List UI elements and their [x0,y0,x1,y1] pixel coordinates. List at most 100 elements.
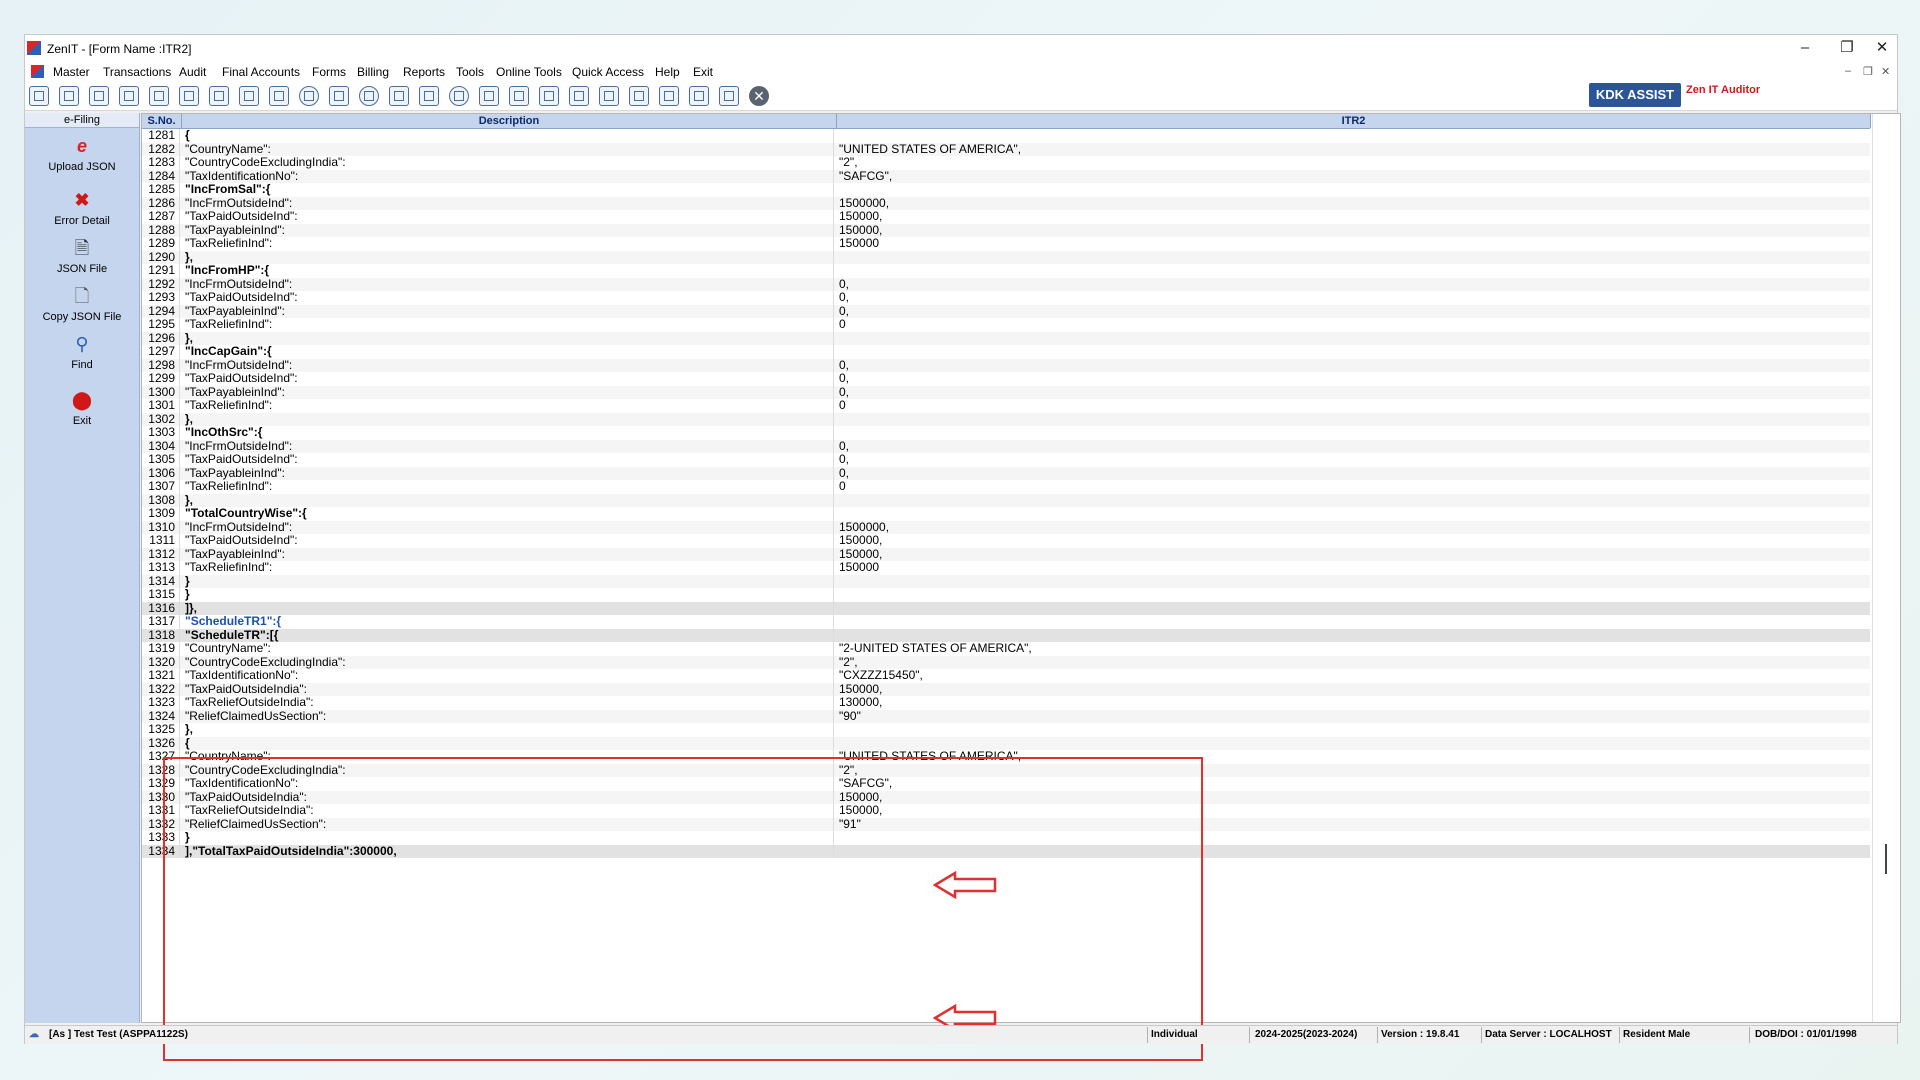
table-row[interactable]: 1284 "TaxIdentificationNo": "SAFCG", [142,169,1870,184]
row-itr2-value[interactable]: "SAFCG", [837,169,1867,184]
pay-icon[interactable] [389,86,409,106]
table-row[interactable]: 1314} [142,574,1870,588]
group-icon[interactable] [179,86,199,106]
row-description[interactable]: "TaxReliefinInd": [182,479,834,494]
row-description[interactable]: "TaxReliefinInd": [182,560,834,575]
row-description[interactable]: { [182,128,834,143]
menu-quick-access[interactable]: Quick Access [572,65,644,79]
zen-it-auditor-link[interactable]: Zen IT Auditor [1686,84,1760,96]
table-row[interactable]: 1307 "TaxReliefinInd": 0 [142,479,1870,494]
row-description[interactable]: "IncFromSal":{ [182,182,834,197]
row-itr2-value[interactable] [837,494,1867,508]
settings-icon[interactable] [689,86,709,106]
row-itr2-value[interactable]: "90" [837,709,1867,724]
row-description[interactable]: "ScheduleTR":[{ [182,628,834,642]
row-description[interactable]: "TaxReliefinInd": [182,398,834,413]
row-description[interactable]: "TaxPayableinInd": [182,547,834,561]
row-description[interactable]: "TaxPayableinInd": [182,385,834,399]
menu-tools[interactable]: Tools [456,65,484,79]
minimize-button[interactable]: – [1785,37,1825,59]
bar-chart-icon[interactable] [119,86,139,106]
table-row[interactable]: 1288 "TaxPayableinInd": 150000, [142,223,1870,237]
row-itr2-value[interactable] [837,413,1867,427]
table-row[interactable]: 1293 "TaxPaidOutsideInd": 0, [142,290,1870,305]
row-description[interactable]: "TaxReliefOutsideIndia": [182,695,834,710]
row-description[interactable]: "TaxPaidOutsideInd": [182,533,834,548]
json-file-button[interactable]: 🗎 JSON File [25,237,139,275]
row-description[interactable]: "TaxPayableinInd": [182,466,834,480]
row-itr2-value[interactable] [837,426,1867,440]
table-icon[interactable] [479,86,499,106]
table-row[interactable]: 1311 "TaxPaidOutsideInd": 150000, [142,533,1870,548]
tax-icon[interactable] [269,86,289,106]
table-row[interactable]: 1303 "IncOthSrc":{ [142,425,1870,440]
table-row[interactable]: 1318 "ScheduleTR":[{ [142,628,1870,642]
info-icon[interactable] [449,86,469,106]
row-description[interactable]: }, [182,412,834,426]
row-itr2-value[interactable] [837,332,1867,346]
calculator-icon[interactable] [329,86,349,106]
row-itr2-value[interactable]: 0, [837,466,1867,481]
row-description[interactable]: "TaxReliefinInd": [182,236,834,251]
printer-icon[interactable] [659,86,679,106]
row-description[interactable]: }, [182,250,834,264]
row-itr2-value[interactable]: 0, [837,385,1867,400]
upload-json-button[interactable]: e Upload JSON [25,135,139,173]
tools-icon[interactable] [209,86,229,106]
row-description[interactable]: "CountryName": [182,142,834,156]
table-row[interactable]: 1320 "CountryCodeExcludingIndia": "2", [142,655,1870,670]
row-itr2-value[interactable]: 1500000, [837,520,1867,535]
row-description[interactable]: "TaxPayableinInd": [182,304,834,318]
row-itr2-value[interactable]: 0, [837,304,1867,319]
row-itr2-value[interactable]: 150000, [837,209,1867,224]
home-icon[interactable] [59,86,79,106]
row-description[interactable]: "IncCapGain":{ [182,344,834,359]
scrollbar-thumb[interactable] [1885,844,1887,874]
table-row[interactable]: 1286 "IncFrmOutsideInd": 1500000, [142,196,1870,210]
table-row[interactable]: 1319 "CountryName": "2-UNITED STATES OF AM… [142,641,1870,656]
row-itr2-value[interactable]: "2", [837,655,1867,670]
menu-forms[interactable]: Forms [312,65,346,79]
row-description[interactable]: "TaxIdentificationNo": [182,668,834,683]
filter-icon[interactable] [239,86,259,106]
row-description[interactable]: "TaxPaidOutsideInd": [182,452,834,467]
row-description[interactable]: ]}, [182,601,834,615]
row-description[interactable]: "IncFrmOutsideInd": [182,196,834,210]
copy-json-file-button[interactable]: 🗋 Copy JSON File [25,285,139,323]
row-itr2-value[interactable]: 150000, [837,533,1867,548]
row-itr2-value[interactable]: 150000 [837,236,1867,251]
table-row[interactable]: 1287 "TaxPaidOutsideInd": 150000, [142,209,1870,224]
refresh-icon[interactable] [299,86,319,106]
menu-final-accounts[interactable]: Final Accounts [222,65,300,79]
find-button[interactable]: ⚲ Find [25,333,139,371]
menu-online-tools[interactable]: Online Tools [496,65,562,79]
row-itr2-value[interactable]: 0, [837,371,1867,386]
row-itr2-value[interactable]: 150000, [837,547,1867,562]
row-description[interactable]: "TaxPaidOutsideInd": [182,209,834,224]
exit-button[interactable]: ⬤ Exit [25,389,139,427]
table-row[interactable]: 1301 "TaxReliefinInd": 0 [142,398,1870,413]
row-itr2-value[interactable]: 150000, [837,682,1867,697]
row-description[interactable]: "CountryCodeExcludingIndia": [182,655,834,669]
table-row[interactable]: 1325}, [142,722,1870,737]
row-description[interactable]: { [182,736,834,750]
row-description[interactable]: "IncFrmOutsideInd": [182,439,834,453]
table-row[interactable]: 1298 "IncFrmOutsideInd": 0, [142,358,1870,372]
row-itr2-value[interactable]: "CXZZZ15450", [837,668,1867,683]
row-description[interactable]: "TaxPayableinInd": [182,223,834,237]
mdi-restore-button[interactable]: ❐ [1863,65,1873,78]
row-itr2-value[interactable]: 0, [837,290,1867,305]
mdi-close-button[interactable]: ✕ [1881,65,1890,78]
table-row[interactable]: 1326{ [142,736,1870,750]
table-row[interactable]: 1305 "TaxPaidOutsideInd": 0, [142,452,1870,467]
row-description[interactable]: "ReliefClaimedUsSection": [182,709,834,723]
row-description[interactable]: "ScheduleTR1":{ [182,614,834,629]
row-itr2-value[interactable]: 0, [837,277,1867,292]
row-itr2-value[interactable] [837,251,1867,265]
gift-icon[interactable] [149,86,169,106]
menu-billing[interactable]: Billing [357,65,389,79]
building-icon[interactable] [89,86,109,106]
menu-help[interactable]: Help [655,65,680,79]
table-row[interactable]: 1285 "IncFromSal":{ [142,182,1870,197]
row-itr2-value[interactable] [837,129,1867,143]
